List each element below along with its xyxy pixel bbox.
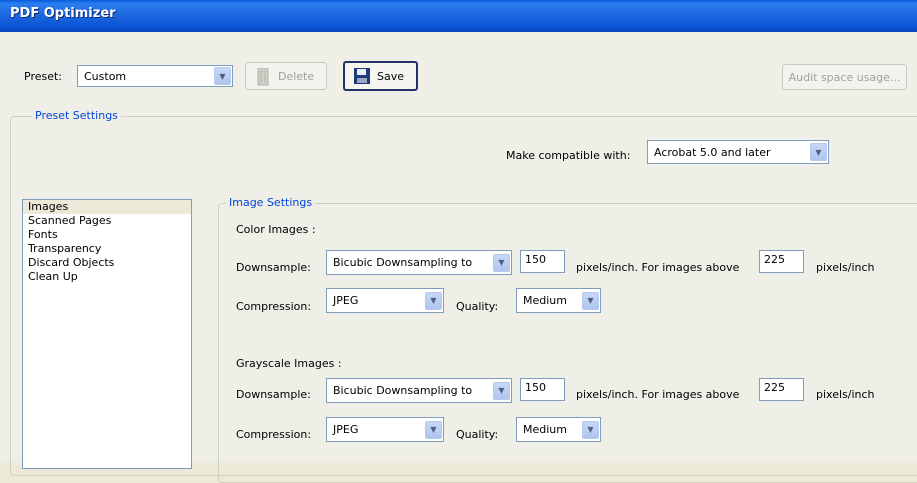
chevron-down-icon[interactable]: ▼ xyxy=(493,381,510,400)
chevron-down-icon[interactable]: ▼ xyxy=(493,253,510,272)
image-settings-legend: Image Settings xyxy=(226,196,316,209)
color-unit-label: pixels/inch xyxy=(816,261,875,274)
color-images-heading: Color Images : xyxy=(236,223,316,236)
grayscale-compression-select[interactable]: JPEG ▼ xyxy=(326,417,444,442)
color-above-label: pixels/inch. For images above xyxy=(576,261,740,274)
grayscale-images-heading: Grayscale Images : xyxy=(236,357,342,370)
list-item-transparency[interactable]: Transparency xyxy=(23,242,191,256)
save-label: Save xyxy=(377,69,405,83)
trash-icon xyxy=(257,68,269,86)
color-compression-value: JPEG xyxy=(333,294,359,307)
preset-settings-legend: Preset Settings xyxy=(32,109,121,122)
color-downsample-label: Downsample: xyxy=(236,261,311,274)
chevron-down-icon[interactable]: ▼ xyxy=(425,291,442,310)
chevron-down-icon[interactable]: ▼ xyxy=(214,67,231,85)
audit-space-button[interactable]: Audit space usage... xyxy=(782,64,907,90)
color-compression-select[interactable]: JPEG ▼ xyxy=(326,288,444,313)
list-item-images[interactable]: Images xyxy=(23,200,191,214)
color-ppi-input[interactable]: 150 xyxy=(520,250,565,273)
list-item-fonts[interactable]: Fonts xyxy=(23,228,191,242)
audit-label: Audit space usage... xyxy=(788,70,901,84)
color-above-ppi-input[interactable]: 225 xyxy=(759,250,804,273)
grayscale-downsample-select[interactable]: Bicubic Downsampling to ▼ xyxy=(326,378,512,403)
window-title: PDF Optimizer xyxy=(0,0,917,32)
dialog-body: Preset: Custom ▼ Delete Save Audit space… xyxy=(0,32,917,483)
color-quality-value: Medium xyxy=(523,294,567,307)
grayscale-above-label: pixels/inch. For images above xyxy=(576,388,740,401)
chevron-down-icon[interactable]: ▼ xyxy=(582,420,599,439)
grayscale-unit-label: pixels/inch xyxy=(816,388,875,401)
compat-value: Acrobat 5.0 and later xyxy=(654,145,771,159)
color-compression-label: Compression: xyxy=(236,300,312,313)
list-item-discard-objects[interactable]: Discard Objects xyxy=(23,256,191,270)
chevron-down-icon[interactable]: ▼ xyxy=(582,291,599,310)
chevron-down-icon[interactable]: ▼ xyxy=(810,143,827,161)
compat-select[interactable]: Acrobat 5.0 and later ▼ xyxy=(647,140,829,164)
grayscale-compression-label: Compression: xyxy=(236,428,312,441)
preset-label: Preset: xyxy=(24,70,63,83)
color-quality-select[interactable]: Medium ▼ xyxy=(516,288,601,313)
grayscale-ppi-input[interactable]: 150 xyxy=(520,378,565,401)
grayscale-quality-value: Medium xyxy=(523,423,567,436)
color-downsample-value: Bicubic Downsampling to xyxy=(333,256,473,269)
grayscale-downsample-value: Bicubic Downsampling to xyxy=(333,384,473,397)
preset-value: Custom xyxy=(84,69,127,83)
save-button[interactable]: Save xyxy=(343,61,418,91)
compat-label: Make compatible with: xyxy=(506,149,631,162)
floppy-disk-icon xyxy=(354,68,370,84)
list-item-clean-up[interactable]: Clean Up xyxy=(23,270,191,284)
grayscale-compression-value: JPEG xyxy=(333,423,359,436)
chevron-down-icon[interactable]: ▼ xyxy=(425,420,442,439)
preset-select[interactable]: Custom ▼ xyxy=(77,65,233,87)
grayscale-quality-label: Quality: xyxy=(456,428,499,441)
delete-button[interactable]: Delete xyxy=(245,62,327,90)
delete-label: Delete xyxy=(278,69,315,83)
color-downsample-select[interactable]: Bicubic Downsampling to ▼ xyxy=(326,250,512,275)
grayscale-quality-select[interactable]: Medium ▼ xyxy=(516,417,601,442)
panel-list: Images Scanned Pages Fonts Transparency … xyxy=(22,199,192,469)
list-item-scanned-pages[interactable]: Scanned Pages xyxy=(23,214,191,228)
color-quality-label: Quality: xyxy=(456,300,499,313)
grayscale-above-ppi-input[interactable]: 225 xyxy=(759,378,804,401)
grayscale-downsample-label: Downsample: xyxy=(236,388,311,401)
